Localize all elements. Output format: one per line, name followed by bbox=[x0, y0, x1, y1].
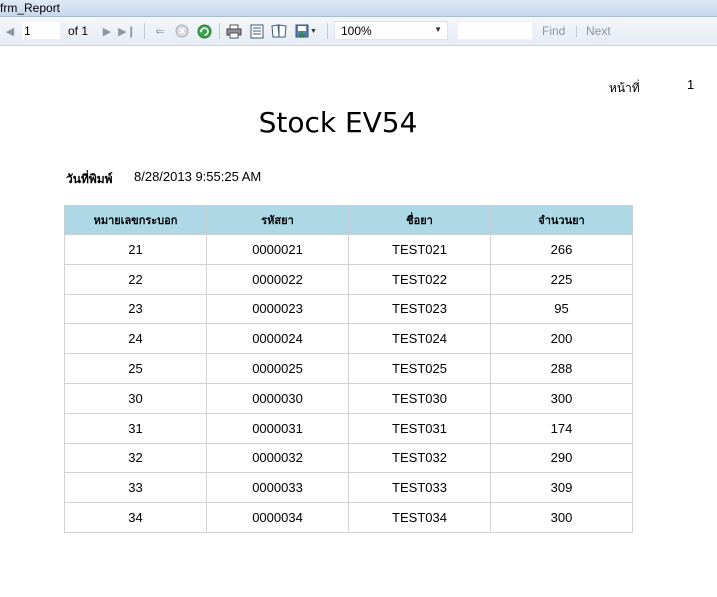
report-page: หน้าที่ 1 Stock EV54 วันที่พิมพ์ 8/28/20… bbox=[0, 46, 717, 597]
page-count-label: of 1 bbox=[68, 24, 89, 38]
drug-code-cell: 0000024 bbox=[206, 323, 349, 355]
drug-code-cell: 0000021 bbox=[206, 234, 349, 265]
table-row: 21 0000021 TEST021 266 bbox=[64, 234, 633, 265]
column-header-quantity: จำนวนยา bbox=[490, 205, 633, 235]
drug-code-cell: 0000030 bbox=[206, 382, 349, 414]
quantity-cell: 200 bbox=[490, 323, 633, 355]
quantity-cell: 225 bbox=[490, 263, 633, 295]
stop-icon[interactable] bbox=[174, 23, 190, 39]
column-header-drug-code: รหัสยา bbox=[206, 205, 349, 235]
quantity-cell: 288 bbox=[490, 353, 633, 384]
table-row: 34 0000034 TEST034 300 bbox=[64, 502, 633, 533]
drug-name-cell: TEST034 bbox=[348, 502, 491, 533]
cylinder-number-cell: 21 bbox=[64, 234, 207, 265]
quantity-cell: 174 bbox=[490, 412, 633, 444]
drug-name-cell: TEST032 bbox=[348, 442, 491, 474]
quantity-cell: 290 bbox=[490, 442, 633, 474]
last-page-icon[interactable]: ▶❙ bbox=[118, 23, 136, 39]
back-icon[interactable]: ⇐ bbox=[152, 23, 168, 39]
drug-name-cell: TEST033 bbox=[348, 472, 491, 504]
page-number-value: 1 bbox=[687, 77, 695, 92]
table-row: 25 0000025 TEST025 288 bbox=[64, 353, 633, 384]
toolbar-separator bbox=[144, 23, 145, 39]
drug-code-cell: 0000025 bbox=[206, 353, 349, 384]
toolbar-separator bbox=[219, 23, 220, 39]
drug-code-cell: 0000022 bbox=[206, 263, 349, 295]
chevron-down-icon: ▼ bbox=[434, 25, 442, 34]
find-separator bbox=[576, 26, 577, 37]
drug-code-cell: 0000031 bbox=[206, 412, 349, 444]
page-number-label: หน้าที่ bbox=[609, 81, 640, 95]
drug-name-cell: TEST025 bbox=[348, 353, 491, 384]
drug-name-cell: TEST031 bbox=[348, 412, 491, 444]
stock-table: หมายเลขกระบอก รหัสยา ชื่อยา จำนวนยา 21 0… bbox=[64, 205, 633, 533]
table-row: 31 0000031 TEST031 174 bbox=[64, 412, 633, 444]
next-page-icon[interactable]: ▶ bbox=[99, 23, 115, 39]
drug-code-cell: 0000033 bbox=[206, 472, 349, 504]
export-icon[interactable]: ▼ bbox=[294, 23, 318, 39]
cylinder-number-cell: 30 bbox=[64, 382, 207, 414]
quantity-cell: 95 bbox=[490, 293, 633, 325]
cylinder-number-cell: 32 bbox=[64, 442, 207, 474]
window-title: frm_Report bbox=[0, 1, 61, 15]
table-header-row: หมายเลขกระบอก รหัสยา ชื่อยา จำนวนยา bbox=[64, 205, 633, 235]
table-row: 22 0000022 TEST022 225 bbox=[64, 263, 633, 295]
cylinder-number-cell: 23 bbox=[64, 293, 207, 325]
quantity-cell: 300 bbox=[490, 382, 633, 414]
print-date-value: 8/28/2013 9:55:25 AM bbox=[134, 169, 262, 184]
drug-name-cell: TEST022 bbox=[348, 263, 491, 295]
table-row: 33 0000033 TEST033 309 bbox=[64, 472, 633, 504]
report-title: Stock EV54 bbox=[258, 106, 418, 139]
column-header-drug-name: ชื่อยา bbox=[348, 205, 491, 235]
page-setup-icon[interactable] bbox=[271, 23, 287, 39]
column-header-cylinder-number: หมายเลขกระบอก bbox=[64, 205, 207, 235]
drug-code-cell: 0000023 bbox=[206, 293, 349, 325]
drug-name-cell: TEST023 bbox=[348, 293, 491, 325]
find-input[interactable] bbox=[457, 21, 533, 40]
table-row: 30 0000030 TEST030 300 bbox=[64, 382, 633, 414]
table-row: 32 0000032 TEST032 290 bbox=[64, 442, 633, 474]
first-page-icon[interactable]: ◀ bbox=[2, 23, 18, 39]
cylinder-number-cell: 25 bbox=[64, 353, 207, 384]
window-titlebar: frm_Report bbox=[0, 0, 717, 17]
drug-code-cell: 0000032 bbox=[206, 442, 349, 474]
table-row: 24 0000024 TEST024 200 bbox=[64, 323, 633, 355]
drug-name-cell: TEST030 bbox=[348, 382, 491, 414]
cylinder-number-cell: 31 bbox=[64, 412, 207, 444]
cylinder-number-cell: 22 bbox=[64, 263, 207, 295]
find-link[interactable]: Find bbox=[542, 24, 565, 38]
quantity-cell: 309 bbox=[490, 472, 633, 504]
zoom-select[interactable]: 100% ▼ bbox=[334, 21, 448, 40]
current-page-input[interactable] bbox=[22, 22, 60, 39]
refresh-icon[interactable] bbox=[196, 23, 212, 39]
drug-name-cell: TEST024 bbox=[348, 323, 491, 355]
table-row: 23 0000023 TEST023 95 bbox=[64, 293, 633, 325]
print-icon[interactable] bbox=[226, 23, 242, 39]
cylinder-number-cell: 34 bbox=[64, 502, 207, 533]
report-toolbar: ◀ of 1 ▶ ▶❙ ⇐ ▼ 100% ▼ Find Next bbox=[0, 17, 717, 46]
cylinder-number-cell: 33 bbox=[64, 472, 207, 504]
zoom-value: 100% bbox=[341, 23, 372, 38]
drug-name-cell: TEST021 bbox=[348, 234, 491, 265]
next-link[interactable]: Next bbox=[586, 24, 611, 38]
print-layout-icon[interactable] bbox=[249, 23, 265, 39]
toolbar-separator bbox=[327, 23, 328, 39]
print-date-label: วันที่พิมพ์ bbox=[66, 172, 113, 186]
quantity-cell: 266 bbox=[490, 234, 633, 265]
cylinder-number-cell: 24 bbox=[64, 323, 207, 355]
quantity-cell: 300 bbox=[490, 502, 633, 533]
drug-code-cell: 0000034 bbox=[206, 502, 349, 533]
